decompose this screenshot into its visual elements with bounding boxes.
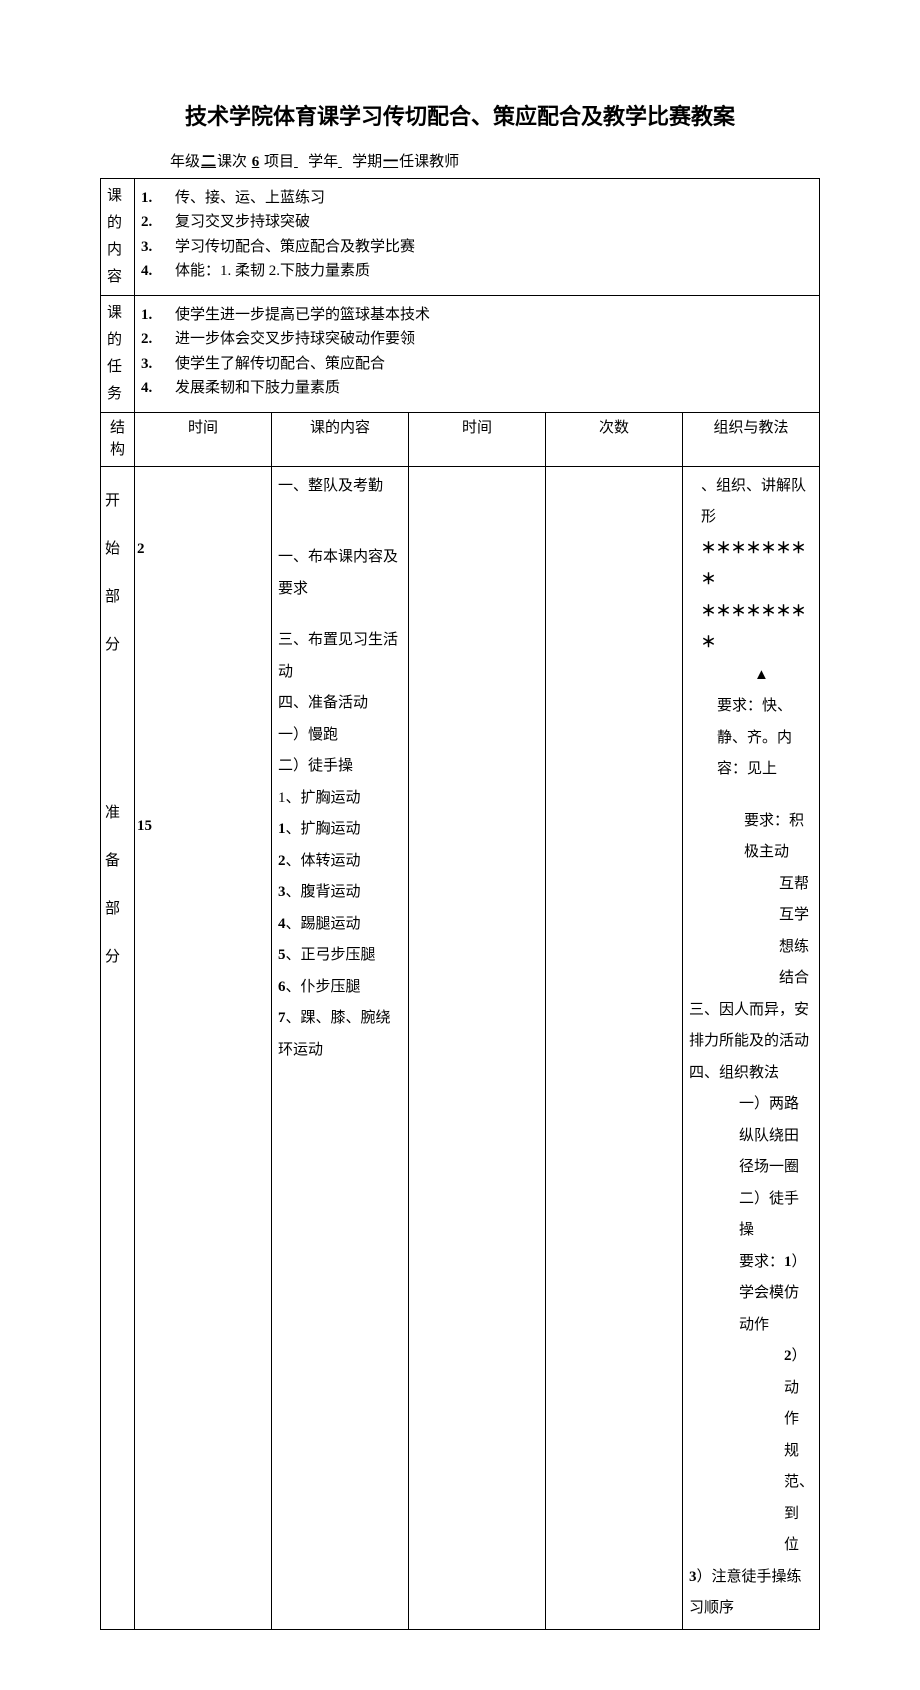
method-line: 要求：快、静、齐。内容：见上 <box>689 691 813 786</box>
teacher-label: 任课教师 <box>399 154 459 170</box>
time-start: 2 <box>137 538 145 561</box>
lesson-table: 课的内容 1.传、接、运、上蓝练习 2.复习交叉步持球突破 3.学习传切配合、策… <box>100 178 820 1630</box>
list-num: 3. <box>141 236 175 259</box>
content-line: 1、扩胸运动 <box>278 783 402 815</box>
kdrw-label-text: 课的任务 <box>107 305 122 402</box>
method-line: 三、因人而异，安排力所能及的活动 <box>689 995 813 1058</box>
method-line: 3）注意徒手操练习顺序 <box>689 1562 813 1625</box>
content-line: 3、腹背运动 <box>278 877 402 909</box>
project-label: 项目 <box>264 154 294 170</box>
year-label: 学年 <box>308 154 338 170</box>
term-label: 学期 <box>352 154 382 170</box>
struct-cell: 开始部分 准备部分 <box>101 466 135 1629</box>
kdrw-row: 课的任务 1.使学生进一步提高已学的篮球基本技术 2.进一步体会交叉步持球突破动… <box>101 295 820 412</box>
method-line: 2）动作规范、到位 <box>689 1341 813 1562</box>
list-text: 进一步体会交叉步持球突破动作要领 <box>175 328 415 351</box>
content-line: 6、仆步压腿 <box>278 972 402 1004</box>
method-line: 一）两路纵队绕田径场一圈 <box>689 1089 813 1184</box>
kdnr-label-text: 课的内容 <box>107 188 122 285</box>
kdrw-content: 1.使学生进一步提高已学的篮球基本技术 2.进一步体会交叉步持球突破动作要领 3… <box>135 295 820 412</box>
time-prep: 15 <box>137 815 152 838</box>
kdnr-content: 1.传、接、运、上蓝练习 2.复习交叉步持球突破 3.学习传切配合、策应配合及教… <box>135 178 820 295</box>
content-cell: 一、整队及考勤 一、布本课内容及要求 三、布置见习生活动 四、准备活动 一）慢跑… <box>272 466 409 1629</box>
term-value: 一 <box>382 154 399 170</box>
kdnr-row: 课的内容 1.传、接、运、上蓝练习 2.复习交叉步持球突破 3.学习传切配合、策… <box>101 178 820 295</box>
content-line: 一、布本课内容及要求 <box>278 542 402 605</box>
list-num: 4. <box>141 377 175 400</box>
struct-prep: 准备部分 <box>101 709 134 1031</box>
kdnr-label: 课的内容 <box>101 178 135 295</box>
session-label: 课次 <box>217 154 247 170</box>
hdr-struct: 结构 <box>101 412 135 466</box>
list-text: 复习交叉步持球突破 <box>175 211 310 234</box>
content-line: 一、整队及考勤 <box>278 471 402 503</box>
hdr-count: 次数 <box>546 412 683 466</box>
hdr-time2: 时间 <box>409 412 546 466</box>
count-cell <box>546 466 683 1629</box>
content-line: 四、准备活动 <box>278 688 402 720</box>
method-line: 二）徒手操 <box>689 1184 813 1247</box>
list-num: 1. <box>141 187 175 210</box>
content-line: 一）慢跑 <box>278 720 402 752</box>
page-title: 技术学院体育课学习传切配合、策应配合及教学比赛教案 <box>100 100 820 133</box>
time-cell: 2 15 <box>135 466 272 1629</box>
hdr-method: 组织与教法 <box>683 412 820 466</box>
content-line: 二）徒手操 <box>278 751 402 783</box>
formation-line: ＊＊＊＊＊＊＊＊ <box>689 597 813 660</box>
list-num: 2. <box>141 211 175 234</box>
body-row: 开始部分 准备部分 2 15 一、整队及考勤 一、布本课内容及要求 三、布置见习… <box>101 466 820 1629</box>
content-line: 7、踝、膝、腕绕环运动 <box>278 1003 402 1066</box>
struct-start: 开始部分 <box>101 467 134 709</box>
list-text: 体能：1. 柔韧 2.下肢力量素质 <box>175 260 370 283</box>
content-line: 5、正弓步压腿 <box>278 940 402 972</box>
formation-marker: ▲ <box>689 660 813 692</box>
grade-value: 二 <box>200 154 217 170</box>
method-line: 、组织、讲解队形 <box>689 471 813 534</box>
list-text: 学习传切配合、策应配合及教学比赛 <box>175 236 415 259</box>
list-text: 发展柔韧和下肢力量素质 <box>175 377 340 400</box>
content-line: 2、体转运动 <box>278 846 402 878</box>
kdrw-label: 课的任务 <box>101 295 135 412</box>
list-text: 传、接、运、上蓝练习 <box>175 187 325 210</box>
formation-line: ＊＊＊＊＊＊＊＊ <box>689 534 813 597</box>
list-text: 使学生进一步提高已学的篮球基本技术 <box>175 304 430 327</box>
list-num: 4. <box>141 260 175 283</box>
content-line: 4、踢腿运动 <box>278 909 402 941</box>
method-line: 想练结合 <box>689 932 813 995</box>
hdr-time: 时间 <box>135 412 272 466</box>
method-line: 四、组织教法 <box>689 1058 813 1090</box>
list-num: 3. <box>141 353 175 376</box>
list-num: 1. <box>141 304 175 327</box>
content-line: 三、布置见习生活动 <box>278 625 402 688</box>
content-line: 1、扩胸运动 <box>278 814 402 846</box>
meta-line: 年级二课次 6 项目 学年 学期一任课教师 <box>170 151 820 174</box>
header-row: 结构 时间 课的内容 时间 次数 组织与教法 <box>101 412 820 466</box>
time2-cell <box>409 466 546 1629</box>
session-value: 6 <box>251 154 261 170</box>
grade-label: 年级 <box>170 154 200 170</box>
method-line: 互帮互学 <box>689 869 813 932</box>
method-line: 要求：积极主动 <box>689 806 813 869</box>
list-text: 使学生了解传切配合、策应配合 <box>175 353 385 376</box>
method-cell: 、组织、讲解队形 ＊＊＊＊＊＊＊＊ ＊＊＊＊＊＊＊＊ ▲ 要求：快、静、齐。内容… <box>683 466 820 1629</box>
list-num: 2. <box>141 328 175 351</box>
hdr-content: 课的内容 <box>272 412 409 466</box>
method-line: 要求：1）学会模仿动作 <box>689 1247 813 1342</box>
